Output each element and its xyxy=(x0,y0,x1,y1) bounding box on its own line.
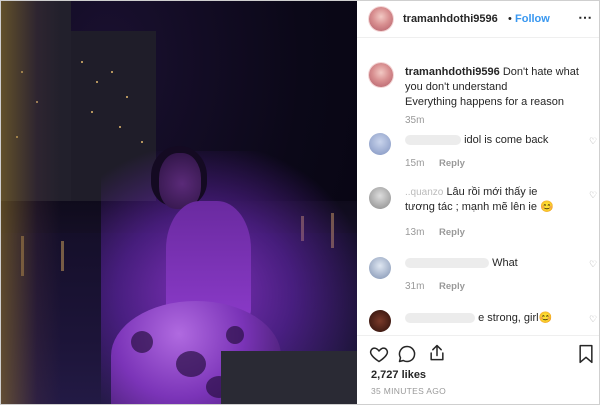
caption-text-line2: you don't understand xyxy=(405,81,508,93)
instagram-post: tramanhdothi9596 • Follow ⋯ tramanhdothi… xyxy=(0,0,600,405)
comment-body-line1: Lâu rồi mới thấy ie xyxy=(446,186,538,198)
comment-avatar[interactable] xyxy=(369,133,391,155)
comment-body: What xyxy=(492,257,518,269)
window-light xyxy=(96,81,98,83)
post-side-panel: tramanhdothi9596 • Follow ⋯ tramanhdothi… xyxy=(357,1,599,404)
window-light xyxy=(119,126,121,128)
caption-text-line1: Don't hate what xyxy=(502,66,579,78)
comment-like-icon[interactable]: ♡ xyxy=(589,315,597,324)
window-light xyxy=(81,61,83,63)
light-reflection xyxy=(61,241,64,271)
comment-text: e strong, girl😊 xyxy=(405,311,552,326)
comment-like-icon[interactable]: ♡ xyxy=(589,191,597,200)
caption-username[interactable]: tramanhdothi9596 xyxy=(405,66,500,78)
caption-age: 35m xyxy=(405,115,425,126)
action-bar xyxy=(357,341,599,367)
blurred-username xyxy=(405,258,489,269)
blurred-username xyxy=(405,313,475,324)
avatar[interactable] xyxy=(369,7,393,31)
comment-avatar[interactable] xyxy=(369,257,391,279)
comment-body: e strong, girl😊 xyxy=(478,312,553,324)
share-icon[interactable] xyxy=(427,343,447,363)
header-username[interactable]: tramanhdothi9596 xyxy=(403,13,498,25)
comment-body-line2: tương tác ; mạnh mẽ lên ie 😊 xyxy=(405,201,554,213)
caption-avatar[interactable] xyxy=(369,63,393,87)
divider xyxy=(357,335,599,336)
caption-text-line3: Everything happens for a reason xyxy=(405,96,564,108)
ledge xyxy=(221,351,357,404)
bookmark-icon[interactable] xyxy=(577,344,595,364)
post-photo[interactable] xyxy=(1,1,357,404)
comment-age: 31m xyxy=(405,281,425,292)
caption: tramanhdothi9596 Don't hate what you don… xyxy=(405,65,597,110)
heart-icon[interactable] xyxy=(369,344,389,364)
dress-pattern xyxy=(131,331,153,353)
reply-button[interactable]: Reply xyxy=(439,158,465,169)
follow-button[interactable]: Follow xyxy=(515,13,550,25)
window-light xyxy=(111,71,113,73)
blurred-username: ..quanzo xyxy=(405,187,444,198)
reply-button[interactable]: Reply xyxy=(439,227,465,238)
post-header: tramanhdothi9596 • Follow ⋯ xyxy=(357,1,599,38)
comment-like-icon[interactable]: ♡ xyxy=(589,137,597,146)
window-light xyxy=(141,141,143,143)
light-flare xyxy=(1,1,61,404)
comment-text: idol is come back xyxy=(405,133,548,148)
more-icon[interactable]: ⋯ xyxy=(578,9,593,26)
dress-pattern xyxy=(176,351,206,377)
separator-dot: • xyxy=(508,13,512,25)
comment-icon[interactable] xyxy=(397,344,417,364)
comment-age: 15m xyxy=(405,158,425,169)
blurred-username xyxy=(405,135,461,146)
comment-avatar[interactable] xyxy=(369,310,391,332)
window-light xyxy=(91,111,93,113)
comment-avatar[interactable] xyxy=(369,187,391,209)
post-timestamp: 35 MINUTES AGO xyxy=(371,386,447,396)
reply-button[interactable]: Reply xyxy=(439,281,465,292)
dress-pattern xyxy=(226,326,244,344)
comment-text: ..quanzo Lâu rồi mới thấy ie tương tác ;… xyxy=(405,185,585,215)
comment-body: idol is come back xyxy=(464,134,549,146)
comment-like-icon[interactable]: ♡ xyxy=(589,260,597,269)
comment-age: 13m xyxy=(405,227,425,238)
comment-text: What xyxy=(405,256,518,271)
window-light xyxy=(126,96,128,98)
likes-count[interactable]: 2,727 likes xyxy=(371,369,426,381)
